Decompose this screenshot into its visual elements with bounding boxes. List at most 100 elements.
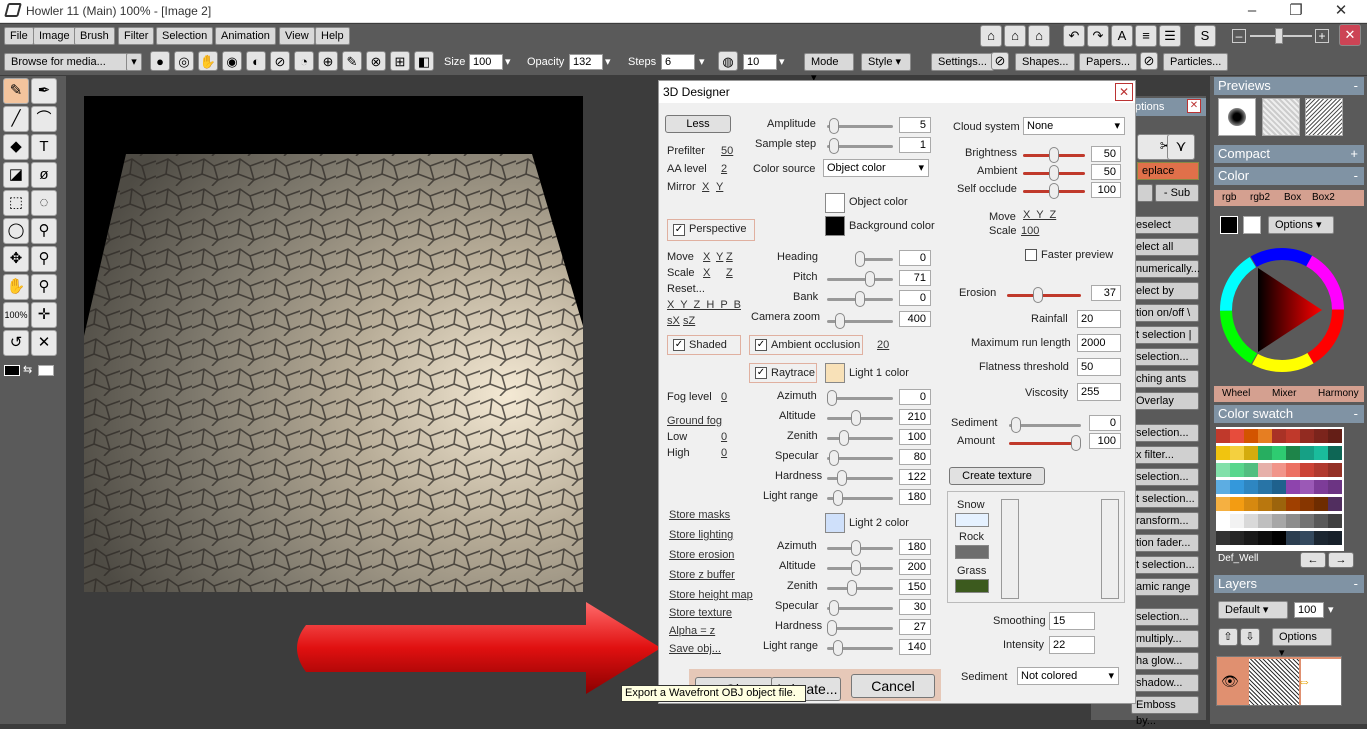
color-swatch-cell[interactable] [1216, 463, 1230, 477]
minus-icon[interactable]: - [1354, 575, 1358, 593]
store-texture-link[interactable]: Store texture [669, 607, 732, 619]
color-swatch-cell[interactable] [1244, 480, 1258, 494]
smoothing-input[interactable]: 15 [1049, 612, 1095, 630]
amount-knob[interactable] [1071, 435, 1081, 451]
viscosity-input[interactable]: 255 [1077, 383, 1121, 401]
axis-links[interactable]: X Y Z H P B [667, 299, 741, 311]
reset-link[interactable]: Reset... [667, 283, 705, 295]
color-swatch-cell[interactable] [1314, 497, 1328, 511]
browse-media-dropdown[interactable]: Browse for media... [4, 53, 128, 71]
selection-menu-item[interactable]: amic range [1131, 578, 1199, 596]
sample-step-knob[interactable] [829, 138, 839, 154]
color-swatch-cell[interactable] [1230, 463, 1244, 477]
color-swatch-cell[interactable] [1300, 463, 1314, 477]
store-lighting-link[interactable]: Store lighting [669, 529, 733, 541]
prefilter-value[interactable]: 50 [721, 145, 733, 157]
move-x[interactable]: X [703, 251, 710, 263]
selection-menu-item[interactable]: selection... [1131, 348, 1199, 366]
color-swatch-cell[interactable] [1300, 497, 1314, 511]
light1-specular-knob[interactable] [829, 450, 839, 466]
light2-light-range-input[interactable]: 140 [899, 639, 931, 655]
brush-icon-5[interactable]: ⊘ [270, 51, 290, 71]
color-swatch-cell[interactable] [1272, 463, 1286, 477]
move-y[interactable]: Y [716, 251, 723, 263]
cancel-button[interactable]: Cancel [851, 674, 935, 698]
selection-menu-item[interactable]: selection... [1131, 424, 1199, 442]
style-dropdown[interactable]: Style ▾ [861, 53, 911, 71]
pitch-slider[interactable] [827, 278, 893, 281]
light1-hardness-knob[interactable] [837, 470, 847, 486]
tab-harmony[interactable]: Harmony [1318, 388, 1359, 399]
selection-menu-item[interactable]: multiply... [1131, 630, 1199, 648]
brush-dot-icon[interactable]: ● [150, 51, 170, 71]
color-swatch-cell[interactable] [1272, 429, 1286, 443]
color-swatch-cell[interactable] [1230, 497, 1244, 511]
add-button[interactable] [1137, 184, 1153, 202]
ellipse-select-icon[interactable]: ◌ [31, 190, 57, 216]
color-swatch-cell[interactable] [1314, 429, 1328, 443]
zoom-in-icon[interactable]: + [1315, 29, 1329, 43]
wand-icon[interactable]: ⚲ [31, 218, 57, 244]
light2-specular-knob[interactable] [829, 600, 839, 616]
color-swatch-cell[interactable] [1258, 531, 1272, 545]
menu-help[interactable]: Help [315, 27, 350, 45]
layer-down-icon[interactable]: ⇩ [1240, 628, 1260, 646]
compact-header[interactable]: Compact + [1214, 145, 1364, 163]
brush-icon-9[interactable]: ⊗ [366, 51, 386, 71]
background-color-swatch[interactable] [38, 365, 54, 376]
selection-menu-item[interactable]: Overlay [1131, 392, 1199, 410]
plus-icon[interactable]: + [1350, 145, 1358, 163]
light1-specular-input[interactable]: 80 [899, 449, 931, 465]
color-swatch-cell[interactable] [1300, 480, 1314, 494]
color-swatch-cell[interactable] [1286, 480, 1300, 494]
fog-level-value[interactable]: 0 [721, 391, 727, 403]
color-swatch-cell[interactable] [1286, 429, 1300, 443]
selection-menu-item[interactable]: ransform... [1131, 512, 1199, 530]
color-swatch-cell[interactable] [1286, 514, 1300, 528]
light2-altitude-input[interactable]: 200 [899, 559, 931, 575]
object-color-swatch[interactable] [825, 193, 845, 213]
line-tool-icon[interactable]: ╱ [3, 106, 29, 132]
sediment-color-select[interactable]: Not colored ▾ [1017, 667, 1119, 685]
angle-input[interactable]: 10 [743, 54, 777, 70]
color-swatch-cell[interactable] [1244, 514, 1258, 528]
swap-colors-icon[interactable]: ⇆ [23, 363, 32, 376]
tool-icon-b[interactable]: ⌂ [1004, 25, 1026, 47]
curve-tool-icon[interactable]: ⌒ [31, 106, 57, 132]
color-swatch-cell[interactable] [1244, 446, 1258, 460]
bank-knob[interactable] [855, 291, 865, 307]
color-swatch-cell[interactable] [1328, 531, 1342, 545]
replace-button[interactable]: eplace [1137, 162, 1199, 180]
minus-icon[interactable]: - [1354, 77, 1358, 95]
previews-header[interactable]: Previews - [1214, 77, 1364, 95]
zoom-100-icon[interactable]: 100% [3, 302, 29, 328]
selection-menu-item[interactable]: elect by [1131, 282, 1199, 300]
sz-link[interactable]: sZ [683, 315, 695, 327]
pitch-knob[interactable] [865, 271, 875, 287]
tab-wheel[interactable]: Wheel [1222, 388, 1250, 399]
menu-view[interactable]: View [279, 27, 315, 45]
undo-icon[interactable]: ↶ [1063, 25, 1085, 47]
tab-rgb[interactable]: rgb [1222, 192, 1236, 203]
color-swatch-cell[interactable] [1258, 446, 1272, 460]
light1-azimuth-input[interactable]: 0 [899, 389, 931, 405]
erosion-knob[interactable] [1033, 287, 1043, 303]
light2-azimuth-input[interactable]: 180 [899, 539, 931, 555]
selection-menu-item[interactable]: shadow... [1131, 674, 1199, 692]
move3-xyz[interactable]: X Y Z [1023, 209, 1056, 221]
color-swatch-cell[interactable] [1300, 446, 1314, 460]
brush-tool-icon[interactable]: ✎ [3, 78, 29, 104]
light1-light-range-input[interactable]: 180 [899, 489, 931, 505]
rock-color-swatch[interactable] [955, 545, 989, 559]
selection-menu-item[interactable]: selection... [1131, 608, 1199, 626]
erosion-slider[interactable] [1007, 294, 1081, 297]
light2-light-range-knob[interactable] [833, 640, 843, 656]
menu-file[interactable]: File [4, 27, 34, 45]
brush-icon-1[interactable]: ◎ [174, 51, 194, 71]
grass-color-swatch[interactable] [955, 579, 989, 593]
pitch-input[interactable]: 71 [899, 270, 931, 286]
magnify-tool-icon[interactable]: ⚲ [31, 246, 57, 272]
crosshair-icon[interactable]: ✛ [31, 302, 57, 328]
text-tool-icon[interactable]: T [31, 134, 57, 160]
chevron-down-icon[interactable]: ▾ [1328, 603, 1334, 616]
